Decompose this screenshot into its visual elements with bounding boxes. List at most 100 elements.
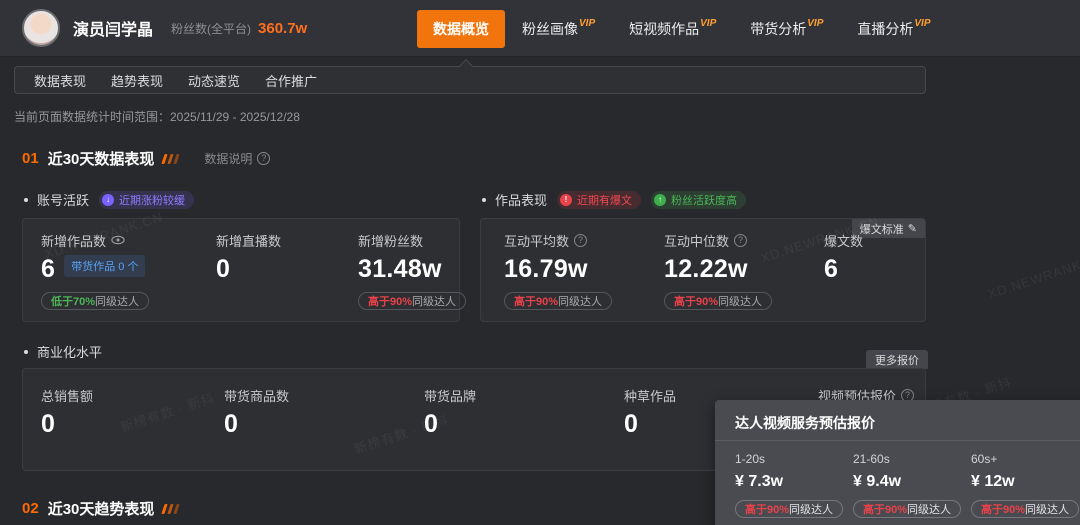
quote-21-60s: 21-60s ¥ 9.4w 高于90% 同级达人 (853, 452, 961, 518)
group-title: 账号活跃 (37, 190, 89, 209)
subnav-cooperation-promotion[interactable]: 合作推广 (265, 71, 317, 90)
stat-label: 互动中位数 (664, 231, 729, 250)
tab-label: 带货分析 (750, 19, 806, 39)
edit-icon: ✎ (908, 222, 917, 235)
badge-label: 近期涨粉较缓 (119, 192, 185, 208)
help-icon[interactable]: ? (734, 234, 747, 247)
stat-value: 6 (824, 255, 838, 284)
stat-value: 0 (224, 410, 238, 439)
stat-label: 爆文数 (824, 231, 863, 250)
peer-compare-pill: 高于90% 同级达人 (358, 292, 466, 310)
eye-icon[interactable] (111, 235, 125, 245)
peer-compare-pill: 高于90% 同级达人 (853, 500, 961, 518)
section-title: 近30天数据表现 (48, 148, 155, 169)
quote-price: ¥ 12w (971, 473, 1079, 491)
bullet-icon (24, 350, 28, 354)
tab-data-overview[interactable]: 数据概览 (417, 10, 505, 48)
stat-value: 0 (624, 410, 638, 439)
popup-title: 达人视频服务预估报价 (735, 413, 875, 433)
stat-value: 31.48w (358, 255, 442, 284)
badge-label: 近期有爆文 (577, 192, 632, 208)
tab-ecommerce-analysis[interactable]: 带货分析VIP (733, 0, 840, 57)
stat-value: 6 (41, 255, 55, 284)
pill-suffix: 同级达人 (558, 293, 602, 309)
peer-compare-pill: 高于90% 同级达人 (971, 500, 1079, 518)
quote-marks-icon (162, 504, 180, 514)
tab-fans-portrait[interactable]: 粉丝画像VIP (505, 0, 612, 57)
quote-1-20s: 1-20s ¥ 7.3w 高于90% 同级达人 (735, 452, 843, 518)
top-header: 演员闫学晶 粉丝数(全平台) 360.7w 数据概览 粉丝画像VIP 短视频作品… (0, 0, 1080, 57)
account-activity-card: 新增作品数 6 带货作品 0 个 低于70% 同级达人 新增直播数 0 新增粉丝… (22, 218, 460, 322)
works-performance-card: 爆文标准 ✎ 互动平均数 ? 16.79w 高于90% 同级达人 互动中位数 ?… (480, 218, 926, 322)
quote-price: ¥ 9.4w (853, 473, 961, 491)
pill-suffix: 同级达人 (718, 293, 762, 309)
bullet-icon (24, 198, 28, 202)
data-explain-hint: 数据说明 ? (204, 150, 270, 167)
stat-label: 互动平均数 (504, 231, 569, 250)
date-range-text: 当前页面数据统计时间范围：2025/11/29 - 2025/12/28 (14, 108, 300, 125)
vip-tag: VIP (914, 18, 930, 29)
stat-new-fans: 新增粉丝数 31.48w 高于90% 同级达人 (358, 231, 466, 310)
tab-label: 短视频作品 (629, 19, 699, 39)
stat-label: 新增直播数 (216, 231, 281, 250)
group-title: 作品表现 (495, 190, 547, 209)
commercialization-label: 商业化水平 (24, 342, 102, 361)
stat-value: 0 (216, 255, 230, 284)
watermark: XD.NEWRANK.CN (986, 249, 1080, 301)
stat-label: 新增粉丝数 (358, 231, 423, 250)
quote-duration: 21-60s (853, 452, 961, 466)
arrow-up-icon: ↑ (654, 194, 666, 206)
stat-new-lives: 新增直播数 0 (216, 231, 281, 284)
section-1-header: 01 近30天数据表现 数据说明 ? (22, 148, 270, 169)
pill-prefix: 高于90% (981, 501, 1025, 517)
pill-prefix: 高于90% (368, 293, 412, 309)
bullet-icon (482, 198, 486, 202)
subnav-trend-performance[interactable]: 趋势表现 (111, 71, 163, 90)
button-label: 更多报价 (875, 352, 919, 368)
active-fans-badge: ↑ 粉丝活跃度高 (651, 191, 746, 209)
ecommerce-works-badge: 带货作品 0 个 (64, 255, 145, 277)
vip-tag: VIP (700, 18, 716, 29)
account-activity-label: 账号活跃 ↓ 近期涨粉较缓 (24, 190, 194, 209)
badge-label: 粉丝活跃度高 (671, 192, 737, 208)
help-icon[interactable]: ? (257, 152, 270, 165)
hot-content-badge: ! 近期有爆文 (557, 191, 641, 209)
tab-live-analysis[interactable]: 直播分析VIP (840, 0, 947, 57)
section-title: 近30天趋势表现 (48, 498, 155, 519)
peer-compare-pill: 低于70% 同级达人 (41, 292, 149, 310)
quote-duration: 1-20s (735, 452, 843, 466)
alert-icon: ! (560, 194, 572, 206)
more-quotes-button[interactable]: 更多报价 (866, 350, 928, 369)
subnav-data-performance[interactable]: 数据表现 (34, 71, 86, 90)
pill-prefix: 低于70% (51, 293, 95, 309)
help-icon[interactable]: ? (574, 234, 587, 247)
pill-prefix: 高于90% (514, 293, 558, 309)
pill-suffix: 同级达人 (1025, 501, 1069, 517)
top-nav: 数据概览 粉丝画像VIP 短视频作品VIP 带货分析VIP 直播分析VIP (417, 0, 948, 57)
subnav-activity-quickview[interactable]: 动态速览 (188, 71, 240, 90)
section-number: 02 (22, 500, 39, 517)
pill-suffix: 同级达人 (907, 501, 951, 517)
fans-count-value: 360.7w (258, 20, 307, 37)
quote-price: ¥ 7.3w (735, 473, 843, 491)
stat-label: 种草作品 (624, 386, 676, 405)
works-performance-label: 作品表现 ! 近期有爆文 ↑ 粉丝活跃度高 (482, 190, 746, 209)
stat-value: 12.22w (664, 255, 748, 284)
peer-compare-pill: 高于90% 同级达人 (735, 500, 843, 518)
group-title: 商业化水平 (37, 342, 102, 361)
tab-short-video-works[interactable]: 短视频作品VIP (612, 0, 733, 57)
avatar[interactable] (22, 9, 60, 47)
button-label: 爆文标准 (860, 221, 904, 237)
quote-60s-plus: 60s+ ¥ 12w 高于90% 同级达人 (971, 452, 1079, 518)
stat-median-interaction: 互动中位数 ? 12.22w 高于90% 同级达人 (664, 231, 772, 310)
stat-brand-count: 带货品牌 0 (424, 386, 476, 439)
peer-compare-pill: 高于90% 同级达人 (504, 292, 612, 310)
arrow-down-icon: ↓ (102, 194, 114, 206)
stat-value: 16.79w (504, 255, 588, 284)
pill-prefix: 高于90% (745, 501, 789, 517)
sub-nav: 数据表现 趋势表现 动态速览 合作推广 (14, 66, 926, 94)
stat-value: 0 (41, 410, 55, 439)
stat-label: 带货品牌 (424, 386, 476, 405)
stat-label: 新增作品数 (41, 231, 106, 250)
stat-product-count: 带货商品数 0 (224, 386, 289, 439)
